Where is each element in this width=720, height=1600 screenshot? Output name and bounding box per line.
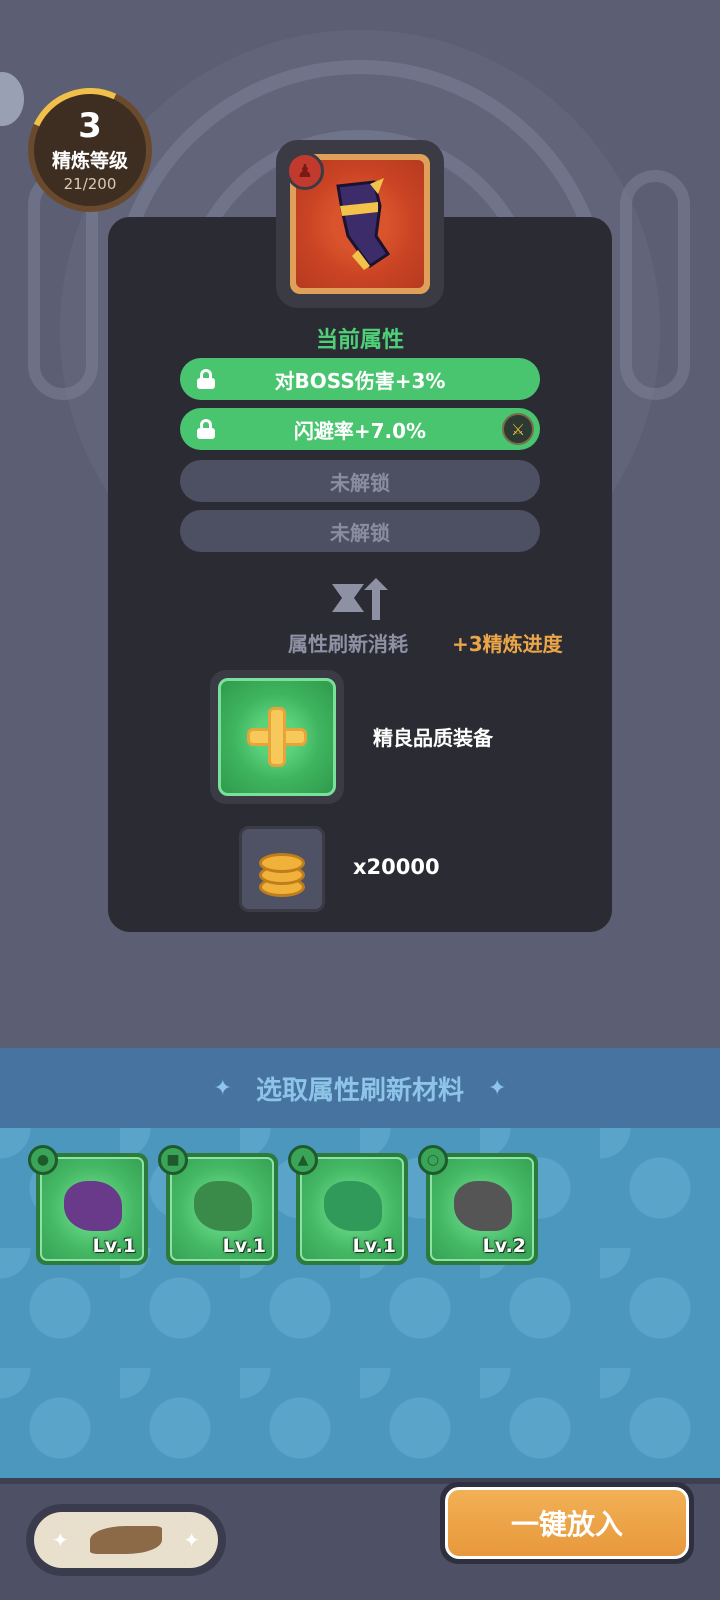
material-level: Lv.1 — [92, 1235, 136, 1257]
gold-coin-slot — [239, 826, 325, 912]
gauntlet-icon — [336, 178, 391, 270]
material-item[interactable]: Lv.1 ■ — [158, 1145, 278, 1265]
plus-icon-vertical — [268, 707, 286, 767]
material-item-card: Lv.2 — [430, 1157, 534, 1261]
attribute-row[interactable]: 闪避率+7.0% ⚔ — [180, 408, 540, 450]
helmet-art — [64, 1181, 122, 1231]
attribute-text: 未解锁 — [330, 470, 390, 495]
material-requirement-label: 精良品质装备 — [373, 726, 493, 750]
arrow-left-icon: ✦ — [213, 1075, 232, 1101]
shoulder-type-icon: ▲ — [288, 1145, 318, 1175]
equipment-type-icon: ♟ — [286, 152, 324, 190]
helmet-type-icon: ● — [28, 1145, 58, 1175]
add-material-button[interactable] — [210, 670, 344, 804]
gold-coin-count: x20000 — [353, 855, 440, 879]
material-item-card: Lv.1 — [300, 1157, 404, 1261]
attribute-row-locked: 未解锁 — [180, 510, 540, 552]
material-item[interactable]: Lv.1 ▲ — [288, 1145, 408, 1265]
unlock-icon[interactable] — [196, 369, 216, 389]
arrow-right-icon: ✦ — [488, 1075, 507, 1101]
refresh-cost-value: +3精炼进度 — [452, 632, 563, 656]
gold-coin-icon — [259, 853, 305, 873]
add-material-slot — [218, 678, 336, 796]
back-arrow-icon — [90, 1526, 162, 1554]
material-item-card: Lv.1 — [170, 1157, 274, 1261]
attribute-row[interactable]: 对BOSS伤害+3% — [180, 358, 540, 400]
back-button-face: ✦ ✦ — [34, 1512, 218, 1568]
attribute-text: 闪避率+7.0% — [293, 418, 427, 443]
attribute-text: 未解锁 — [330, 520, 390, 545]
refresh-cost-label: 属性刷新消耗 — [288, 632, 408, 656]
attribute-row-locked: 未解锁 — [180, 460, 540, 502]
current-attributes-title: 当前属性 — [315, 328, 404, 353]
armor-type-icon: ■ — [158, 1145, 188, 1175]
refine-level-badge[interactable]: 3 精炼等级 21/200 — [10, 70, 170, 230]
material-item[interactable]: Lv.2 ○ — [418, 1145, 538, 1265]
sparkle-icon: ✦ — [52, 1528, 69, 1552]
materials-header: ✦ 选取属性刷新材料 ✦ — [0, 1048, 720, 1128]
ring-type-icon: ○ — [418, 1145, 448, 1175]
attribute-text: 对BOSS伤害+3% — [274, 368, 446, 393]
material-level: Lv.1 — [222, 1235, 266, 1257]
ornament-right — [620, 170, 690, 400]
back-button[interactable]: ✦ ✦ — [26, 1504, 226, 1576]
unlock-icon[interactable] — [196, 419, 216, 439]
material-item[interactable]: Lv.1 ● — [28, 1145, 148, 1265]
sword-icon: ⚔ — [502, 413, 534, 445]
ring-art — [454, 1181, 512, 1231]
refresh-arrow-icon — [332, 578, 388, 620]
material-level: Lv.1 — [352, 1235, 396, 1257]
material-level: Lv.2 — [482, 1235, 526, 1257]
armor-art — [194, 1181, 252, 1231]
shoulder-art — [324, 1181, 382, 1231]
material-item-card: Lv.1 — [40, 1157, 144, 1261]
one-key-insert-label: 一键放入 — [445, 1487, 689, 1559]
one-key-insert-button[interactable]: 一键放入 — [440, 1482, 694, 1564]
sparkle-icon: ✦ — [183, 1528, 200, 1552]
materials-title: 选取属性刷新材料 — [255, 1075, 464, 1106]
